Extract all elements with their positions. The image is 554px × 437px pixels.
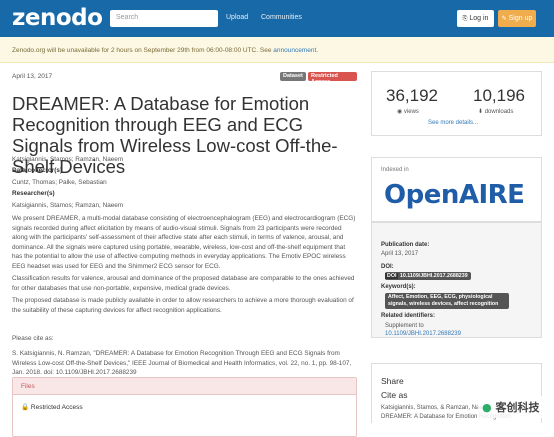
restricted-access-row: 🔒 Restricted Access — [13, 395, 356, 419]
doi-badge[interactable]: DOI 10.1109/JBHI.2017.2688239 — [385, 272, 471, 280]
restricted-access-label: Restricted Access — [30, 404, 83, 411]
researchers[interactable]: Katsigiannis, Stamos; Ramzan, Naeem — [12, 201, 123, 211]
citation-text: S. Katsigiannis, N. Ramzan, "DREAMER: A … — [12, 350, 352, 377]
top-navbar: zenodo Search Upload Communities ⎘ Log i… — [0, 0, 554, 37]
keywords-chip[interactable]: Affect, Emotion, EEG, ECG, physiological… — [385, 293, 509, 309]
indexed-in-panel: Indexed in OpenAIRE — [371, 157, 542, 222]
wechat-icon: ● — [482, 401, 492, 414]
related-doi-link[interactable]: 10.1109/JBHI.2017.2688239 — [385, 331, 461, 337]
data-collectors-label: Data collector(s) — [12, 167, 63, 174]
cite-label: Please cite as: — [12, 335, 54, 342]
supplement-to-label: Supplement to — [385, 323, 424, 329]
researchers-label: Researcher(s) — [12, 190, 55, 197]
cite-as-title: Cite as — [381, 390, 408, 400]
lock-icon: 🔒 — [21, 404, 30, 411]
signup-button[interactable]: ✎ Sign up — [498, 10, 536, 27]
files-label: Files — [21, 383, 35, 390]
alert-text: Zenodo.org will be unavailable for 2 hou… — [12, 47, 274, 54]
downloads-count: 10,196 — [473, 86, 525, 105]
edit-icon: ✎ — [501, 16, 507, 22]
watermark: ● 客创科技 — [478, 396, 550, 418]
share-title: Share — [381, 376, 404, 386]
restricted-access-badge: Restricted Access — [308, 72, 357, 85]
keywords-label: Keyword(s): — [381, 284, 416, 290]
zenodo-logo[interactable]: zenodo — [12, 5, 103, 31]
nav-upload-link[interactable]: Upload — [226, 14, 248, 21]
description-paragraph-1: We present DREAMER, a multi-modal databa… — [12, 215, 356, 270]
views-count: 36,192 — [386, 86, 438, 105]
maintenance-alert: Zenodo.org will be unavailable for 2 hou… — [0, 37, 554, 63]
data-collectors[interactable]: Cuntz, Thomas; Palke, Sebastian — [12, 178, 107, 188]
publication-date-label: Publication date: — [381, 242, 430, 248]
download-icon: ⬇ — [478, 109, 484, 115]
eye-icon: ◉ — [397, 109, 403, 115]
nav-communities-link[interactable]: Communities — [261, 14, 302, 21]
description-paragraph-2: Classification results for valence, arou… — [12, 275, 355, 292]
indexed-in-label: Indexed in — [381, 167, 409, 173]
description-paragraph-3: The proposed database is made publicly a… — [12, 297, 354, 314]
openaire-logo[interactable]: OpenAIRE — [384, 180, 525, 210]
publication-date: April 13, 2017 — [381, 251, 419, 257]
views-label: ◉ views — [397, 109, 419, 115]
files-panel: Files 🔒 Restricted Access — [12, 377, 357, 437]
downloads-label: ⬇ downloads — [478, 109, 514, 115]
record-date: April 13, 2017 — [12, 73, 53, 80]
stats-panel: 36,192 ◉ views 10,196 ⬇ downloads See mo… — [371, 71, 542, 136]
login-button[interactable]: ⎘ Log in — [457, 10, 494, 27]
doi-label: DOI: — [381, 264, 394, 270]
search-input[interactable]: Search — [110, 10, 218, 27]
dataset-badge: Dataset — [280, 72, 306, 81]
files-header[interactable]: Files — [13, 378, 356, 395]
see-more-details-link[interactable]: See more details... — [428, 120, 478, 126]
metadata-panel: Publication date: April 13, 2017 DOI: DO… — [371, 222, 542, 338]
authors[interactable]: Katsigiannis, Stamos; Ramzan, Naeem — [12, 155, 123, 165]
login-icon: ⎘ — [462, 16, 468, 22]
related-identifiers-label: Related identifiers: — [381, 313, 436, 319]
announcement-link[interactable]: announcement — [273, 47, 316, 54]
